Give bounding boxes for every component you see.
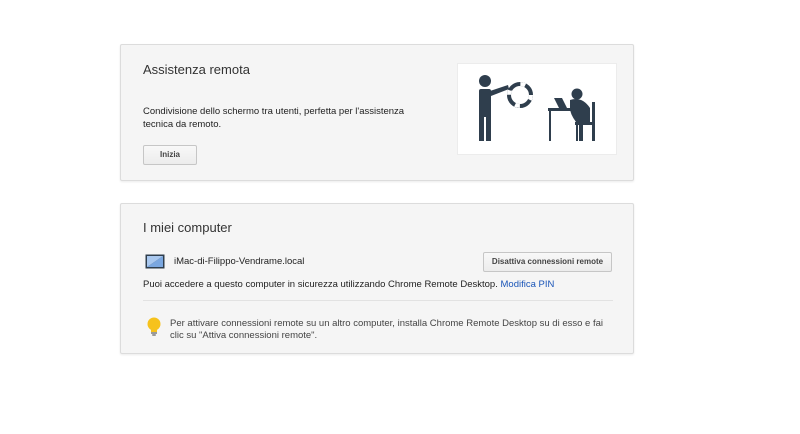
remote-assistance-illustration <box>457 63 617 155</box>
disable-remote-connections-button[interactable]: Disattiva connessioni remote <box>483 252 612 272</box>
access-text: Puoi accedere a questo computer in sicur… <box>143 279 498 290</box>
change-pin-link[interactable]: Modifica PIN <box>501 279 555 290</box>
computer-row: iMac-di-Filippo-Vendrame.local Disattiva… <box>143 252 613 272</box>
hint-text: Per attivare connessioni remote su un al… <box>170 318 603 341</box>
monitor-icon <box>145 254 165 269</box>
remote-assistance-description: Condivisione dello schermo tra utenti, p… <box>143 106 405 130</box>
lightbulb-icon <box>147 317 161 336</box>
helper-lifebuoy-illustration <box>479 75 595 141</box>
access-description: Puoi accedere a questo computer in sicur… <box>143 279 554 290</box>
remote-assistance-title: Assistenza remota <box>143 62 250 77</box>
my-computers-title: I miei computer <box>143 220 232 235</box>
my-computers-card: I miei computer iMac-di-Filippo-Vendrame… <box>120 203 634 354</box>
start-button[interactable]: Inizia <box>143 145 197 165</box>
divider <box>143 300 613 301</box>
computer-name: iMac-di-Filippo-Vendrame.local <box>174 256 305 267</box>
remote-assistance-card: Assistenza remota Condivisione dello sch… <box>120 44 634 181</box>
